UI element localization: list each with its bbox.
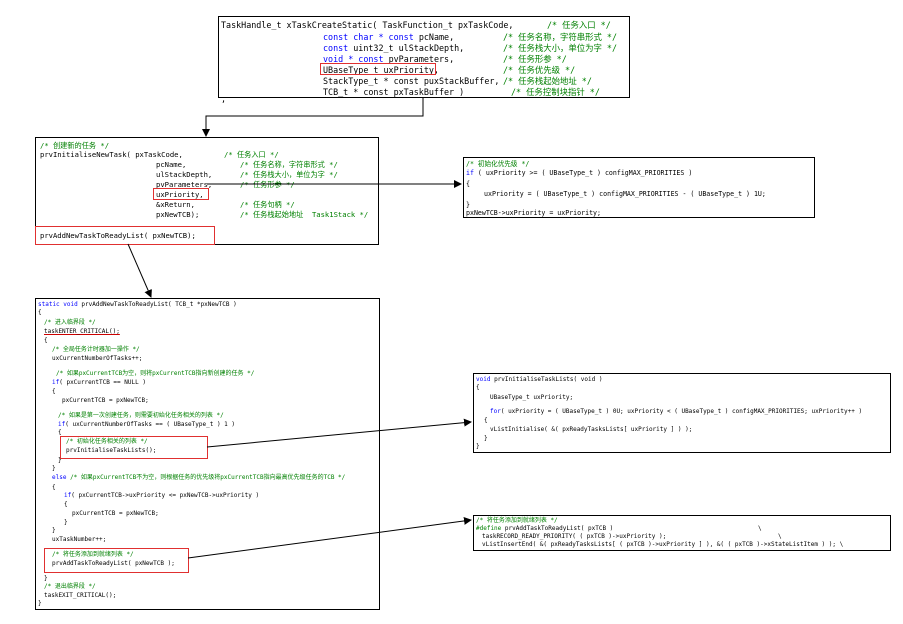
arrow-init-to-addnewtask	[127, 243, 152, 298]
arrow-addnewtask-to-macro	[187, 516, 472, 559]
arrow-addnewtask-to-tasklists	[206, 418, 472, 448]
connector-arrows	[127, 98, 472, 559]
arrow-create-to-init	[202, 98, 424, 137]
